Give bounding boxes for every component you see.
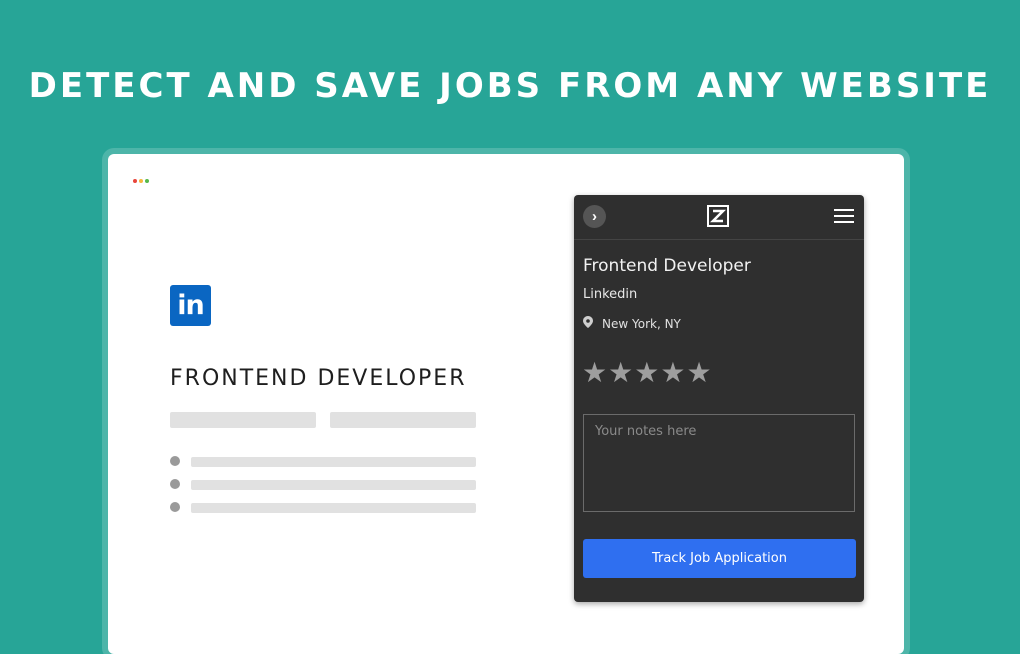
headline: DETECT AND SAVE JOBS FROM ANY WEBSITE [28, 66, 992, 106]
star-rating[interactable]: ★ ★ ★ ★ ★ [582, 359, 712, 387]
chevron-right-icon[interactable]: › [583, 205, 606, 228]
location-text: New York, NY [602, 316, 681, 331]
bullet-icon [170, 479, 180, 489]
track-job-application-button[interactable]: Track Job Application [583, 539, 856, 578]
company-name: Linkedin [583, 287, 638, 302]
notes-input[interactable] [583, 414, 855, 512]
placeholder-line [191, 503, 476, 513]
job-posting-title: FRONTEND DEVELOPER [170, 366, 467, 391]
panel-job-title: Frontend Developer [583, 256, 751, 276]
placeholder-line [191, 480, 476, 490]
panel-header: › [574, 195, 864, 240]
job-tracker-panel: › Frontend Developer Linkedin New York, … [574, 195, 864, 602]
bullet-icon [170, 456, 180, 466]
star-icon[interactable]: ★ [634, 359, 659, 387]
map-pin-icon [583, 316, 593, 331]
star-icon[interactable]: ★ [582, 359, 607, 387]
close-dot[interactable] [133, 179, 137, 183]
minimize-dot[interactable] [139, 179, 143, 183]
hamburger-menu-icon[interactable] [834, 209, 854, 225]
star-icon[interactable]: ★ [686, 359, 711, 387]
maximize-dot[interactable] [145, 179, 149, 183]
star-icon[interactable]: ★ [608, 359, 633, 387]
placeholder-line [330, 412, 476, 428]
placeholder-line [170, 412, 316, 428]
window-controls [133, 179, 149, 183]
location: New York, NY [583, 316, 681, 331]
linkedin-logo-icon: in [170, 285, 211, 326]
bullet-icon [170, 502, 180, 512]
z-logo-icon [707, 205, 729, 232]
star-icon[interactable]: ★ [660, 359, 685, 387]
placeholder-line [191, 457, 476, 467]
